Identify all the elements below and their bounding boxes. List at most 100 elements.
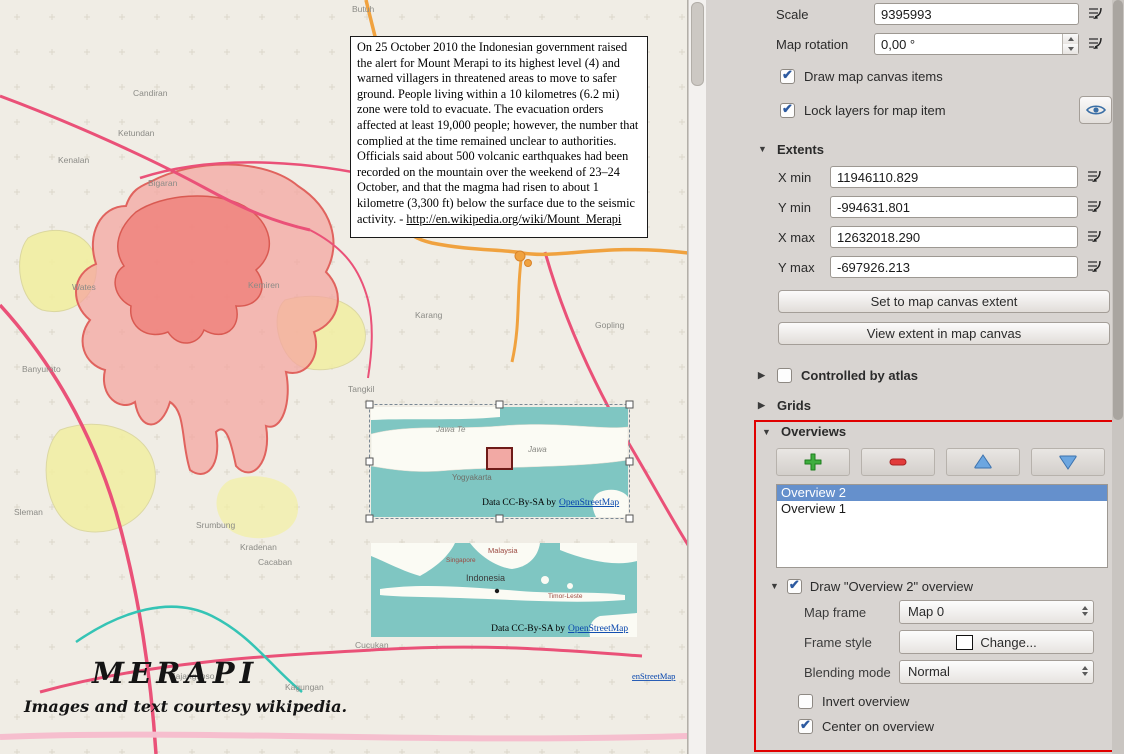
set-to-canvas-extent-button[interactable]: Set to map canvas extent xyxy=(778,290,1110,313)
spin-up-button[interactable] xyxy=(1063,34,1078,44)
move-overview-down-button[interactable] xyxy=(1031,448,1105,476)
frame-style-change-button[interactable]: Change... xyxy=(899,630,1094,654)
overview-list[interactable]: Overview 2 Overview 1 xyxy=(776,484,1108,568)
overview-inset-indonesia[interactable]: Malaysia Singapore Indonesia Timor-Leste… xyxy=(371,543,637,637)
draw-overview-row: ▼ Draw "Overview 2" overview xyxy=(770,578,1108,594)
place-label: Bigaran xyxy=(148,178,178,188)
scale-data-defined-button[interactable] xyxy=(1083,3,1107,25)
map-rotation-spinner[interactable] xyxy=(874,33,1079,55)
extent-indicator xyxy=(487,448,512,469)
xmax-label: X max xyxy=(778,230,826,245)
xmax-data-defined-button[interactable] xyxy=(1082,226,1106,248)
controlled-by-atlas-header[interactable]: ▶ Controlled by atlas xyxy=(758,367,1112,384)
map-scrollbar-thumb[interactable] xyxy=(691,2,704,86)
ymax-data-defined-button[interactable] xyxy=(1082,256,1106,278)
annotation-text: On 25 October 2010 the Indonesian govern… xyxy=(357,40,638,226)
ymax-label: Y max xyxy=(778,260,826,275)
xmin-row: X min xyxy=(778,166,1112,188)
ymax-row: Y max xyxy=(778,256,1112,278)
grids-section-header[interactable]: ▶ Grids xyxy=(758,397,1112,414)
composer-map-canvas[interactable]: Butuh Candiran Ketundan Kenalan Bigaran … xyxy=(0,0,688,754)
map-rotation-row: Map rotation xyxy=(758,32,1112,56)
lock-layers-checkbox[interactable] xyxy=(780,103,795,118)
spin-down-button[interactable] xyxy=(1063,44,1078,54)
view-extent-in-canvas-button[interactable]: View extent in map canvas xyxy=(778,322,1110,345)
map-frame-combo[interactable]: Map 0 xyxy=(899,600,1094,624)
xmin-data-defined-button[interactable] xyxy=(1082,166,1106,188)
collapse-down-icon: ▼ xyxy=(762,427,772,437)
map-frame-value: Map 0 xyxy=(908,604,944,619)
controlled-by-atlas-checkbox[interactable] xyxy=(777,368,792,383)
place-label: Butuh xyxy=(352,4,374,14)
blending-mode-label: Blending mode xyxy=(804,665,899,680)
blending-mode-combo[interactable]: Normal xyxy=(899,660,1094,684)
blending-mode-value: Normal xyxy=(908,664,950,679)
annotation-url: http://en.wikipedia.org/wiki/Mount_Merap… xyxy=(406,212,621,226)
center-on-overview-checkbox[interactable] xyxy=(798,719,813,734)
move-overview-up-button[interactable] xyxy=(946,448,1020,476)
ymin-label: Y min xyxy=(778,200,826,215)
xmin-label: X min xyxy=(778,170,826,185)
overviews-section-header[interactable]: ▼ Overviews xyxy=(762,424,1108,439)
panel-scrollbar[interactable] xyxy=(1112,0,1124,754)
overview-list-item-selected[interactable]: Overview 2 xyxy=(777,485,1107,501)
arrow-up-icon xyxy=(972,451,994,473)
collapse-down-icon: ▼ xyxy=(770,581,779,591)
frame-style-row: Frame style Change... xyxy=(804,630,1108,654)
collapse-right-icon: ▶ xyxy=(758,400,768,411)
remove-overview-button[interactable] xyxy=(861,448,935,476)
rotation-data-defined-button[interactable] xyxy=(1083,33,1107,55)
draw-overview-checkbox[interactable] xyxy=(787,579,802,594)
place-label: Banyuroto xyxy=(22,364,61,374)
xmin-input[interactable] xyxy=(830,166,1078,188)
map-title[interactable]: MERAPI xyxy=(92,656,258,690)
collapse-down-icon: ▼ xyxy=(758,144,768,154)
inset-java-city-label: Yogyakarta xyxy=(452,473,492,482)
text-annotation-item[interactable]: On 25 October 2010 the Indonesian govern… xyxy=(350,36,648,238)
place-label: Cacaban xyxy=(258,557,292,567)
panel-scrollbar-thumb[interactable] xyxy=(1113,0,1123,420)
lock-layers-row: Lock layers for map item xyxy=(758,96,1112,124)
place-label: Wates xyxy=(72,282,96,292)
ymin-input[interactable] xyxy=(830,196,1078,218)
place-label: Kenalan xyxy=(58,155,89,165)
draw-canvas-items-checkbox[interactable] xyxy=(780,69,795,84)
scale-label: Scale xyxy=(758,7,870,22)
draw-overview-label: Draw "Overview 2" overview xyxy=(810,579,973,594)
spin-down-icon xyxy=(1068,47,1074,51)
inset-indonesia-indonesia-label: Indonesia xyxy=(466,573,505,583)
overviews-toolbar xyxy=(776,448,1108,476)
overviews-title: Overviews xyxy=(781,424,846,439)
collapse-right-icon: ▶ xyxy=(758,370,768,381)
map-scrollbar[interactable] xyxy=(688,0,706,754)
overview-list-item[interactable]: Overview 1 xyxy=(777,501,1107,517)
data-defined-icon xyxy=(1085,198,1103,216)
place-label: Kagungan xyxy=(285,682,324,692)
place-label: Gopling xyxy=(595,320,625,330)
overview-inset-java[interactable]: Jawa Te Jawa Yogyakarta Data CC-By-SA by… xyxy=(366,401,633,522)
map-subtitle[interactable]: Images and text courtesy wikipedia. xyxy=(24,697,347,716)
invert-overview-checkbox[interactable] xyxy=(798,694,813,709)
minus-icon xyxy=(887,451,909,473)
extents-section-header[interactable]: ▼ Extents xyxy=(758,140,1112,158)
scale-input[interactable] xyxy=(874,3,1079,25)
add-overview-button[interactable] xyxy=(776,448,850,476)
ymax-input[interactable] xyxy=(830,256,1078,278)
map-rotation-input[interactable] xyxy=(874,33,1079,55)
set-visibility-button[interactable] xyxy=(1079,96,1112,124)
ymin-data-defined-button[interactable] xyxy=(1082,196,1106,218)
plus-icon xyxy=(802,451,824,473)
xmax-input[interactable] xyxy=(830,226,1078,248)
arrow-down-icon xyxy=(1057,451,1079,473)
place-label: Cucukan xyxy=(355,640,389,650)
invert-overview-row: Invert overview xyxy=(798,693,1108,709)
ymin-row: Y min xyxy=(778,196,1112,218)
inset-java-credit-link[interactable]: OpenStreetMap xyxy=(559,498,619,508)
combo-arrows-icon xyxy=(1082,606,1088,616)
center-on-overview-row: Center on overview xyxy=(798,718,1108,734)
data-defined-icon xyxy=(1085,258,1103,276)
place-label: Sleman xyxy=(14,507,43,517)
inset-indonesia-credit-link[interactable]: OpenStreetMap xyxy=(568,624,628,634)
frame-style-label: Frame style xyxy=(804,635,899,650)
place-label: Karang xyxy=(415,310,443,320)
